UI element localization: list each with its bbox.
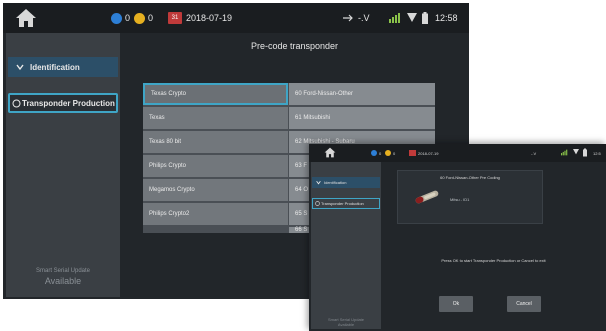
date-display: 2018-07-19 [409, 144, 438, 162]
update-notice-line2: Available [44, 276, 82, 286]
date-display: 31 2018-07-19 [168, 3, 232, 33]
time-text: 12:5 [593, 150, 601, 156]
chevron-down-icon [316, 180, 321, 185]
notification-badge-icon [111, 12, 122, 24]
status-bar: 0 0 2018-07-19 -.V 12:5 [309, 144, 606, 162]
prompt-text: Press OK to start Transponder Production… [441, 258, 546, 263]
dtc-badge[interactable]: 0 [385, 144, 395, 162]
notification-count: 0 [379, 150, 382, 156]
battery-icon [583, 148, 587, 157]
time-text: 12:58 [435, 13, 458, 23]
list-item-texas[interactable]: Texas [143, 107, 288, 129]
voltage-text: -.V [358, 13, 370, 23]
notification-badge[interactable]: 0 [371, 144, 381, 162]
sidebar-item-label: Identification [324, 180, 347, 185]
notification-badge-icon [371, 150, 377, 156]
home-icon[interactable] [13, 6, 39, 30]
key-label: Mitsu - ID1 [450, 197, 470, 202]
signal-icon [389, 13, 400, 23]
update-notice[interactable]: Smart Serial Update Available [9, 266, 117, 294]
sidebar-item-label: Transponder Production [321, 201, 364, 206]
chevron-down-icon [16, 64, 24, 71]
dtc-badge[interactable]: 0 [134, 3, 153, 33]
wifi-icon [407, 13, 417, 22]
battery-icon [422, 12, 428, 24]
status-bar: 0 0 31 2018-07-19 -.V 12:58 [3, 3, 469, 33]
calendar-icon: 31 [168, 12, 182, 24]
dtc-count: 0 [148, 13, 154, 23]
transponder-info-panel: 60 Ford-Nissan-Other Pre Coding Mitsu - … [397, 170, 543, 224]
list-item-philips-crypto2[interactable]: Philips Crypto2 [143, 203, 288, 225]
date-text: 2018-07-19 [418, 150, 439, 156]
sidebar-item-label: Transponder Production [22, 98, 115, 108]
overlay-screen: 0 0 2018-07-19 -.V 12:5 Identification T… [309, 144, 606, 331]
dtc-badge-icon [385, 150, 391, 156]
radio-icon [315, 201, 320, 206]
panel-title: 60 Ford-Nissan-Other Pre Coding [440, 175, 500, 180]
key-transponder-icon [415, 190, 439, 204]
update-notice-line1: Smart Serial Update [35, 268, 91, 274]
notification-count: 0 [125, 13, 131, 23]
notification-badge[interactable]: 0 [111, 3, 130, 33]
update-notice-line2: Available [337, 322, 355, 327]
dtc-badge-icon [134, 12, 145, 24]
ok-button[interactable]: Ok [439, 296, 473, 312]
list-item-60[interactable]: 60 Ford-Nissan-Other [289, 83, 435, 105]
calendar-icon [409, 150, 416, 156]
sidebar-item-identification[interactable]: Identification [312, 177, 380, 188]
sidebar: Identification Transponder Production Sm… [6, 33, 120, 297]
signal-icon [561, 149, 568, 156]
sidebar-item-transponder-production[interactable]: Transponder Production [312, 198, 380, 209]
usb-icon [343, 14, 353, 22]
sidebar: Identification Transponder Production Sm… [311, 162, 381, 329]
update-notice[interactable]: Smart Serial Update Available [313, 317, 379, 327]
sidebar-item-identification[interactable]: Identification [8, 57, 118, 77]
list-item-megamos-crypto[interactable]: Megamos Crypto [143, 179, 288, 201]
radio-icon [12, 99, 21, 107]
sidebar-item-label: Identification [30, 62, 80, 72]
list-item-philips-crypto[interactable]: Philips Crypto [143, 155, 288, 177]
dtc-count: 0 [393, 150, 396, 156]
wifi-icon [573, 149, 579, 155]
voltage-display: -.V [531, 150, 537, 156]
page-title: Pre-code transponder [250, 41, 339, 51]
home-icon[interactable] [323, 146, 337, 159]
voltage-display: -.V [343, 3, 370, 33]
list-item-61[interactable]: 61 Mitsubishi [289, 107, 435, 129]
list-item-texas-80-bit[interactable]: Texas 80 bit [143, 131, 288, 153]
list-item-texas-crypto[interactable]: Texas Crypto [143, 83, 288, 105]
sidebar-item-transponder-production[interactable]: Transponder Production [8, 93, 118, 113]
date-text: 2018-07-19 [186, 13, 233, 23]
cancel-button[interactable]: Cancel [507, 296, 541, 312]
